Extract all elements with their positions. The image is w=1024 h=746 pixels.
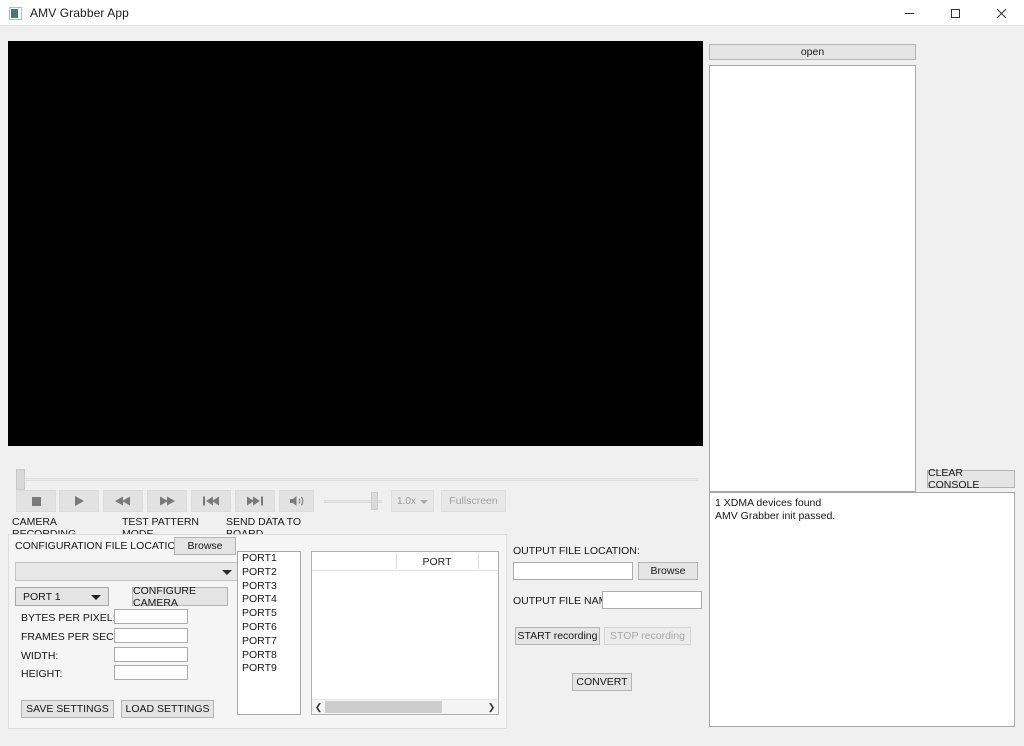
maximize-button[interactable]: [932, 0, 978, 26]
port-table-hscrollbar[interactable]: ❮ ❯: [312, 699, 498, 714]
chevron-down-icon: [222, 570, 232, 575]
load-settings-button[interactable]: LOAD SETTINGS: [121, 700, 214, 718]
width-label: WIDTH:: [21, 650, 59, 662]
list-item[interactable]: PORT3: [238, 580, 300, 594]
bytes-per-pixel-input[interactable]: [114, 609, 188, 624]
height-input[interactable]: [114, 665, 188, 680]
seek-bar[interactable]: [8, 469, 704, 490]
scrollbar-thumb[interactable]: [325, 701, 442, 713]
output-file-location-input[interactable]: [513, 562, 633, 580]
config-file-location-label: CONFIGURATION FILE LOCATION:: [15, 540, 187, 552]
fast-forward-button[interactable]: [147, 490, 187, 512]
minimize-button[interactable]: [886, 0, 932, 26]
column-divider: [478, 554, 479, 569]
skip-next-icon: [247, 496, 263, 506]
list-item[interactable]: PORT9: [238, 662, 300, 676]
open-button[interactable]: open: [709, 44, 916, 60]
port-select-value: PORT 1: [23, 590, 61, 603]
chevron-right-icon[interactable]: ❯: [485, 700, 498, 714]
skip-next-button[interactable]: [235, 490, 275, 512]
start-recording-button[interactable]: START recording: [515, 627, 600, 645]
height-label: HEIGHT:: [21, 668, 63, 680]
list-item[interactable]: PORT7: [238, 635, 300, 649]
port-list[interactable]: PORT1 PORT2 PORT3 PORT4 PORT5 PORT6 PORT7 PORT8…: [237, 551, 301, 715]
media-controls: 1.0x Fullscreen: [8, 490, 704, 514]
port-select[interactable]: PORT 1: [15, 587, 109, 606]
list-item[interactable]: PORT4: [238, 593, 300, 607]
config-file-combo[interactable]: [15, 562, 239, 581]
rewind-button[interactable]: [103, 490, 143, 512]
stop-recording-button[interactable]: STOP recording: [604, 627, 691, 645]
port-table[interactable]: PORT ❮ ❯: [311, 551, 499, 715]
file-list[interactable]: [709, 65, 916, 492]
window-title: AMV Grabber App: [30, 6, 129, 20]
clear-console-button[interactable]: CLEAR CONSOLE: [927, 467, 1015, 491]
stop-button[interactable]: [16, 490, 56, 512]
frames-per-second-input[interactable]: [114, 628, 188, 643]
chevron-down-icon: [91, 595, 101, 600]
bytes-per-pixel-label: BYTES PER PIXEL:: [21, 612, 116, 624]
volume-button[interactable]: [279, 490, 314, 512]
play-icon: [73, 495, 85, 507]
browse-output-button[interactable]: Browse: [638, 562, 698, 580]
fast-forward-icon: [159, 496, 175, 506]
port-table-header: PORT: [312, 552, 498, 571]
skip-previous-icon: [203, 496, 219, 506]
play-button[interactable]: [59, 490, 99, 512]
configure-camera-button[interactable]: CONFIGURE CAMERA: [132, 585, 228, 609]
rewind-icon: [115, 496, 131, 506]
video-preview[interactable]: [8, 41, 703, 446]
title-bar: AMV Grabber App: [0, 0, 1024, 26]
list-item[interactable]: PORT2: [238, 566, 300, 580]
seek-track: [17, 478, 698, 481]
seek-handle[interactable]: [16, 469, 25, 490]
chevron-down-icon: [420, 500, 428, 504]
list-item[interactable]: PORT6: [238, 621, 300, 635]
volume-icon: [289, 495, 305, 507]
console-line: AMV Grabber init passed.: [715, 510, 836, 522]
chevron-left-icon[interactable]: ❮: [312, 700, 325, 714]
save-settings-button[interactable]: SAVE SETTINGS: [21, 700, 114, 718]
list-item[interactable]: PORT1: [238, 552, 300, 566]
convert-button[interactable]: CONVERT: [572, 673, 632, 691]
skip-previous-button[interactable]: [191, 490, 231, 512]
camera-recording-panel: CONFIGURATION FILE LOCATION: Browse PORT…: [8, 534, 507, 729]
stop-icon: [31, 496, 42, 507]
console-output[interactable]: 1 XDMA devices found AMV Grabber init pas…: [709, 492, 1015, 727]
app-window-icon: [9, 7, 22, 20]
output-file-name-input[interactable]: [602, 591, 702, 609]
output-file-location-label: OUTPUT FILE LOCATION:: [513, 545, 640, 557]
port-table-header-port: PORT: [422, 555, 452, 568]
main-content: 1.0x Fullscreen CAMERA RECORDING TEST PA…: [0, 26, 1024, 746]
browse-config-button[interactable]: Browse: [174, 537, 236, 555]
list-item[interactable]: PORT8: [238, 649, 300, 663]
width-input[interactable]: [114, 647, 188, 662]
volume-slider-handle[interactable]: [371, 492, 378, 510]
playback-speed-value: 1.0x: [397, 495, 416, 507]
close-button[interactable]: [978, 0, 1024, 26]
playback-speed-select[interactable]: 1.0x: [391, 490, 434, 512]
list-item[interactable]: PORT5: [238, 607, 300, 621]
fullscreen-button[interactable]: Fullscreen: [441, 490, 506, 512]
console-line: 1 XDMA devices found: [715, 497, 822, 509]
